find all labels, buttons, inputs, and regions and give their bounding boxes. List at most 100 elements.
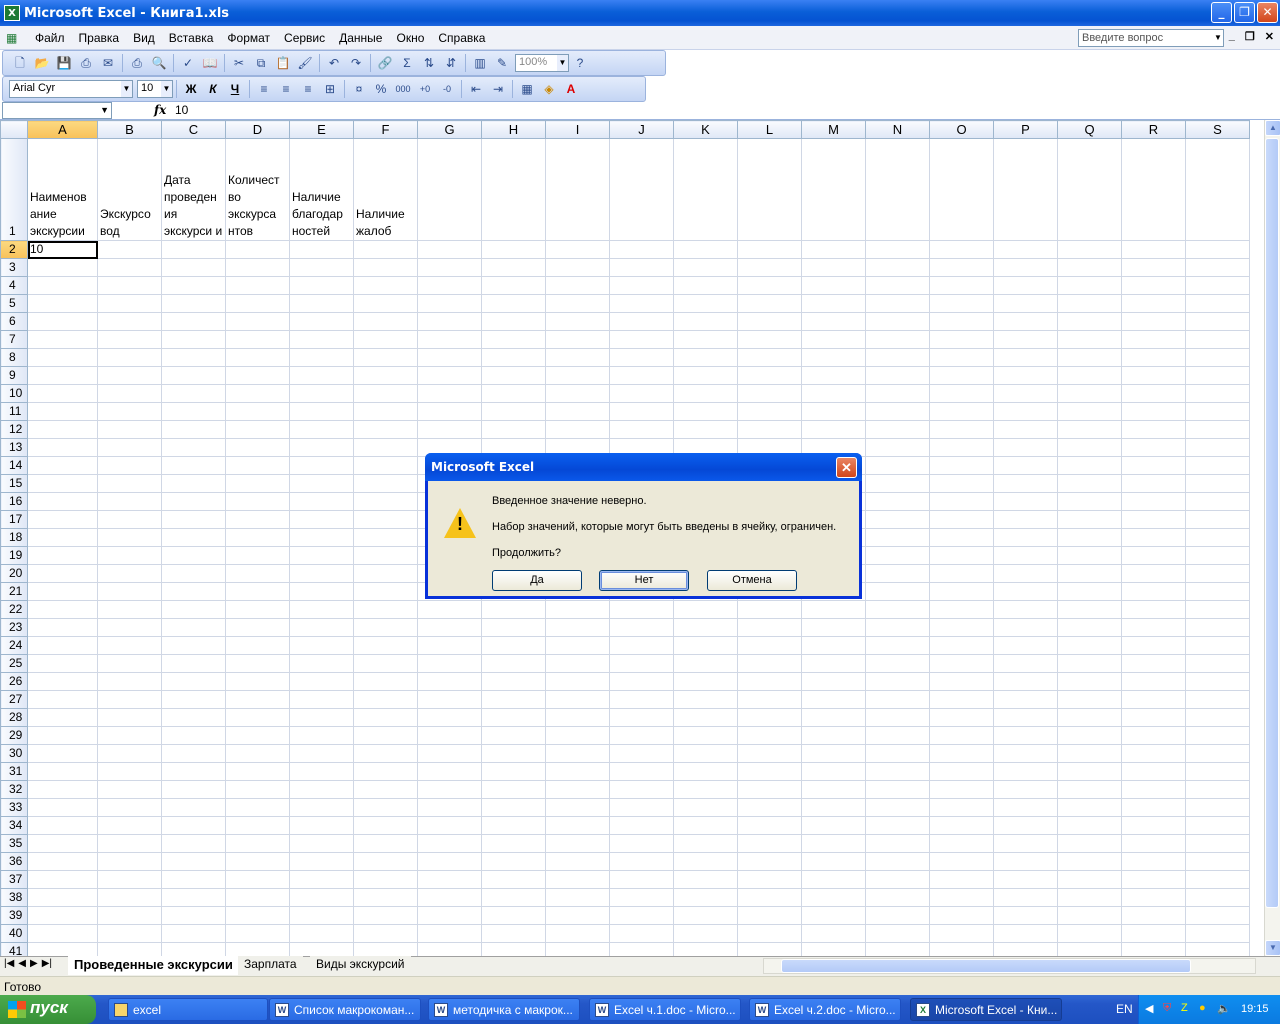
cell-C12[interactable] xyxy=(161,420,226,439)
cell-D20[interactable] xyxy=(225,564,290,583)
cell-A18[interactable] xyxy=(27,528,98,547)
cell-O39[interactable] xyxy=(929,906,994,925)
cell-A27[interactable] xyxy=(27,690,98,709)
cell-O24[interactable] xyxy=(929,636,994,655)
task-button[interactable]: W Excel ч.1.doc - Micro... xyxy=(589,998,741,1021)
cell-F2[interactable] xyxy=(353,240,418,259)
font-color-icon[interactable]: A xyxy=(561,79,581,99)
cell-N14[interactable] xyxy=(865,456,930,475)
cell-F28[interactable] xyxy=(353,708,418,727)
cell-M23[interactable] xyxy=(801,618,866,637)
cell-H25[interactable] xyxy=(481,654,546,673)
row-header[interactable]: 40 xyxy=(0,924,28,943)
cell-M6[interactable] xyxy=(801,312,866,331)
cell-P36[interactable] xyxy=(993,852,1058,871)
cell-I6[interactable] xyxy=(545,312,610,331)
cell-P2[interactable] xyxy=(993,240,1058,259)
cell-F19[interactable] xyxy=(353,546,418,565)
first-sheet-icon[interactable]: |◀ xyxy=(4,958,14,969)
cell-B10[interactable] xyxy=(97,384,162,403)
cell-N27[interactable] xyxy=(865,690,930,709)
cell-M34[interactable] xyxy=(801,816,866,835)
cell-F16[interactable] xyxy=(353,492,418,511)
task-button[interactable]: W Список макрокоман... xyxy=(269,998,421,1021)
column-header[interactable]: P xyxy=(993,120,1058,139)
cell-E9[interactable] xyxy=(289,366,354,385)
cell-F14[interactable] xyxy=(353,456,418,475)
cell-L22[interactable] xyxy=(737,600,802,619)
cell-D10[interactable] xyxy=(225,384,290,403)
cell-C1[interactable]: Дата проведен ия экскурси и xyxy=(161,138,226,241)
menu-view[interactable]: Вид xyxy=(126,31,162,45)
cell-P37[interactable] xyxy=(993,870,1058,889)
cell-S6[interactable] xyxy=(1185,312,1250,331)
cell-A38[interactable] xyxy=(27,888,98,907)
cell-D22[interactable] xyxy=(225,600,290,619)
document-icon[interactable]: ▦ xyxy=(0,31,28,45)
cell-E12[interactable] xyxy=(289,420,354,439)
cell-C27[interactable] xyxy=(161,690,226,709)
cell-N24[interactable] xyxy=(865,636,930,655)
cell-Q21[interactable] xyxy=(1057,582,1122,601)
cell-G37[interactable] xyxy=(417,870,482,889)
cell-D18[interactable] xyxy=(225,528,290,547)
row-header[interactable]: 41 xyxy=(0,942,28,956)
cell-A39[interactable] xyxy=(27,906,98,925)
cell-C32[interactable] xyxy=(161,780,226,799)
cell-H3[interactable] xyxy=(481,258,546,277)
cell-M3[interactable] xyxy=(801,258,866,277)
cell-M12[interactable] xyxy=(801,420,866,439)
cell-S40[interactable] xyxy=(1185,924,1250,943)
cell-P19[interactable] xyxy=(993,546,1058,565)
cell-J1[interactable] xyxy=(609,138,674,241)
cell-B35[interactable] xyxy=(97,834,162,853)
row-header[interactable]: 24 xyxy=(0,636,28,655)
cell-M40[interactable] xyxy=(801,924,866,943)
row-header[interactable]: 15 xyxy=(0,474,28,493)
cell-B20[interactable] xyxy=(97,564,162,583)
cell-E8[interactable] xyxy=(289,348,354,367)
cell-D37[interactable] xyxy=(225,870,290,889)
cell-C31[interactable] xyxy=(161,762,226,781)
cell-J22[interactable] xyxy=(609,600,674,619)
zonealarm-icon[interactable]: Z xyxy=(1181,1002,1188,1014)
cell-R10[interactable] xyxy=(1121,384,1186,403)
cell-C26[interactable] xyxy=(161,672,226,691)
cell-C17[interactable] xyxy=(161,510,226,529)
cell-K10[interactable] xyxy=(673,384,738,403)
cell-H6[interactable] xyxy=(481,312,546,331)
cell-F20[interactable] xyxy=(353,564,418,583)
cell-E6[interactable] xyxy=(289,312,354,331)
open-icon[interactable]: 📂 xyxy=(32,53,52,73)
cell-G10[interactable] xyxy=(417,384,482,403)
cell-O38[interactable] xyxy=(929,888,994,907)
cell-M1[interactable] xyxy=(801,138,866,241)
cell-S15[interactable] xyxy=(1185,474,1250,493)
merge-center-icon[interactable]: ⊞ xyxy=(320,79,340,99)
cell-A9[interactable] xyxy=(27,366,98,385)
cell-E40[interactable] xyxy=(289,924,354,943)
cell-I3[interactable] xyxy=(545,258,610,277)
cell-Q30[interactable] xyxy=(1057,744,1122,763)
cell-I39[interactable] xyxy=(545,906,610,925)
cell-R18[interactable] xyxy=(1121,528,1186,547)
cell-P17[interactable] xyxy=(993,510,1058,529)
cell-M26[interactable] xyxy=(801,672,866,691)
cell-Q32[interactable] xyxy=(1057,780,1122,799)
cell-N36[interactable] xyxy=(865,852,930,871)
cell-L34[interactable] xyxy=(737,816,802,835)
cell-C14[interactable] xyxy=(161,456,226,475)
scroll-up-icon[interactable]: ▲ xyxy=(1265,120,1280,136)
cell-G1[interactable] xyxy=(417,138,482,241)
cell-M4[interactable] xyxy=(801,276,866,295)
cell-A23[interactable] xyxy=(27,618,98,637)
cell-K2[interactable] xyxy=(673,240,738,259)
cell-F27[interactable] xyxy=(353,690,418,709)
cell-E3[interactable] xyxy=(289,258,354,277)
cell-Q5[interactable] xyxy=(1057,294,1122,313)
cell-A21[interactable] xyxy=(27,582,98,601)
cell-K36[interactable] xyxy=(673,852,738,871)
cell-I9[interactable] xyxy=(545,366,610,385)
cell-I5[interactable] xyxy=(545,294,610,313)
cell-E38[interactable] xyxy=(289,888,354,907)
